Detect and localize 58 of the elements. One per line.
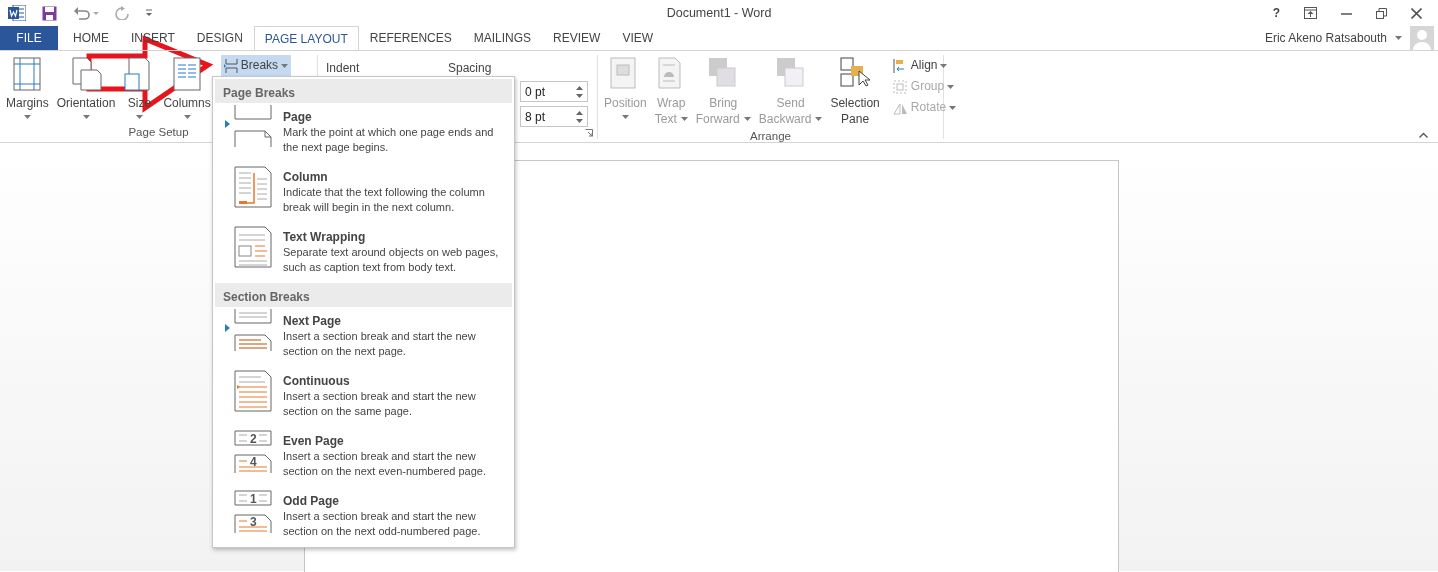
margins-button[interactable]: Margins [4,55,51,125]
ribbon-tab[interactable]: INSERT [120,26,186,50]
window-title: Document1 - Word [666,4,772,22]
word-logo-icon[interactable] [8,5,26,21]
align-button[interactable]: Align [889,55,960,76]
ribbon-tab[interactable]: HOME [62,26,120,50]
ribbon-tab[interactable]: REVIEW [542,26,612,50]
indent-label: Indent [326,61,360,75]
ribbon-tab[interactable]: VIEW [611,26,665,50]
spin-arrows-icon [576,110,583,123]
close-icon[interactable] [1411,7,1422,19]
menu-item[interactable]: Page Mark the point at which one page ends and the next page begins. [215,103,512,163]
ribbon-tab[interactable]: REFERENCES [358,26,463,50]
save-icon[interactable] [42,5,57,21]
caret-icon [23,115,31,119]
caret-icon [82,115,90,119]
breaks-button[interactable]: Breaks [220,55,292,76]
ribbon-tab[interactable]: PAGE LAYOUT [253,26,359,51]
group-label: Page Setup [128,126,189,138]
selection-pane-button[interactable]: Selection Pane [828,55,882,129]
ribbon-display-icon[interactable] [1304,7,1317,19]
orientation-button[interactable]: Orientation [54,55,118,125]
menu-item[interactable]: Continuous Insert a section break and start the new section on the same page. [215,367,512,427]
spin-arrows-icon [576,85,583,98]
breaks-icon [223,58,238,73]
ribbon-tab[interactable]: FILE [0,26,58,50]
caret-icon [281,63,289,68]
columns-button[interactable]: Columns [161,55,213,125]
orientation-icon [70,57,103,91]
caret-icon [947,84,955,89]
spin-field[interactable]: 0 pt [520,81,588,102]
dialog-launcher-icon[interactable] [585,129,593,137]
caret-icon [940,63,948,68]
menu-item[interactable]: 2 4 Even Page Insert a section break and start the new section on the next even-numbered page. [215,427,512,487]
menu-item[interactable]: Text Wrapping Separate text around objects on web pages, such as caption text from body text. [215,223,512,283]
menu-item[interactable]: 1 3 Odd Page Insert a section break and start the new section on the next odd-numbered page. [215,487,512,547]
menu-item[interactable]: Column Indicate that the text following the column break will begin in the next column. [215,163,512,223]
caret-icon[interactable] [1395,36,1402,40]
ribbon-tab[interactable]: DESIGN [185,26,254,50]
spacing-label: Spacing [448,60,493,77]
undo-icon[interactable] [73,6,99,20]
restore-icon[interactable] [1376,7,1387,19]
spin-field[interactable]: 8 pt [520,106,588,127]
help-button[interactable]: ? [1272,4,1280,22]
collapse-ribbon-icon[interactable] [1419,132,1428,138]
group-icon [892,79,908,94]
columns-icon [171,57,204,91]
group-label: Arrange [750,130,791,142]
user-name[interactable]: Eric Akeno Ratsabouth [1264,29,1387,47]
caret-icon [135,115,143,119]
menu-heading: Page Breaks [215,79,512,103]
margins-icon [11,57,44,91]
caret-icon [183,115,191,119]
ribbon-tab[interactable]: MAILINGS [462,26,543,50]
customize-menu-icon[interactable] [145,9,153,17]
caret-icon [949,105,957,110]
menu-heading: Section Breaks [215,283,512,307]
menu-item[interactable]: Next Page Insert a section break and start the new section on the next page. [215,307,512,367]
